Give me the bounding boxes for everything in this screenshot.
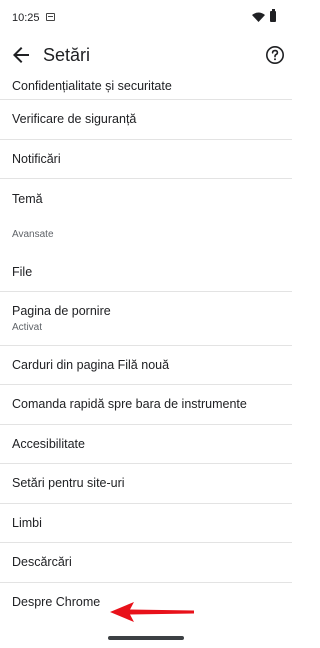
back-arrow-icon[interactable]	[9, 43, 33, 67]
settings-item-ntp-cards[interactable]: Carduri din pagina Filă nouă	[0, 346, 292, 385]
settings-item-safety-check[interactable]: Verificare de siguranță	[0, 100, 292, 140]
annotation-arrow-icon	[110, 602, 194, 622]
settings-item-label: Despre Chrome	[12, 595, 101, 610]
settings-item-label: Accesibilitate	[12, 436, 85, 451]
settings-item-label: Comanda rapidă spre bara de instrumente	[12, 397, 247, 412]
settings-item-label: Setări pentru site-uri	[12, 476, 125, 491]
settings-item-languages[interactable]: Limbi	[0, 504, 292, 543]
settings-item-downloads[interactable]: Descărcări	[0, 543, 292, 583]
settings-item-label: Pagina de pornire	[12, 304, 111, 318]
settings-item-theme[interactable]: Temă	[0, 179, 292, 219]
settings-list: Confidențialitate și securitate Verifica…	[0, 76, 292, 622]
settings-item-toolbar-shortcut[interactable]: Comanda rapidă spre bara de instrumente	[0, 385, 292, 425]
settings-item-privacy-security[interactable]: Confidențialitate și securitate	[0, 76, 292, 100]
section-header-label: Avansate	[12, 228, 54, 240]
settings-item-homepage[interactable]: Pagina de pornire Activat	[0, 292, 292, 346]
settings-item-label: Limbi	[12, 515, 42, 530]
settings-item-label: Descărcări	[12, 555, 72, 570]
status-bar: 10:25	[0, 0, 292, 34]
wifi-icon	[252, 12, 265, 22]
settings-item-accessibility[interactable]: Accesibilitate	[0, 425, 292, 464]
settings-item-site-settings[interactable]: Setări pentru site-uri	[0, 464, 292, 504]
settings-item-tabs[interactable]: File	[0, 253, 292, 292]
section-header-advanced: Avansate	[0, 219, 292, 253]
gesture-nav-handle[interactable]	[108, 636, 184, 640]
settings-item-notifications[interactable]: Notificări	[0, 140, 292, 179]
settings-item-status: Activat	[12, 322, 43, 333]
settings-item-label: File	[12, 264, 33, 279]
battery-icon	[270, 9, 276, 22]
settings-item-label: Carduri din pagina Filă nouă	[12, 357, 170, 372]
settings-item-label: Notificări	[12, 151, 61, 166]
settings-item-label: Confidențialitate și securitate	[12, 79, 172, 93]
settings-item-label: Verificare de siguranță	[12, 112, 137, 127]
page-title: Setări	[43, 45, 91, 65]
sim-card-icon	[46, 13, 55, 21]
app-bar: Setări	[0, 34, 292, 76]
settings-item-label: Temă	[12, 191, 43, 206]
help-icon[interactable]	[264, 44, 286, 66]
status-time: 10:25	[12, 12, 40, 24]
